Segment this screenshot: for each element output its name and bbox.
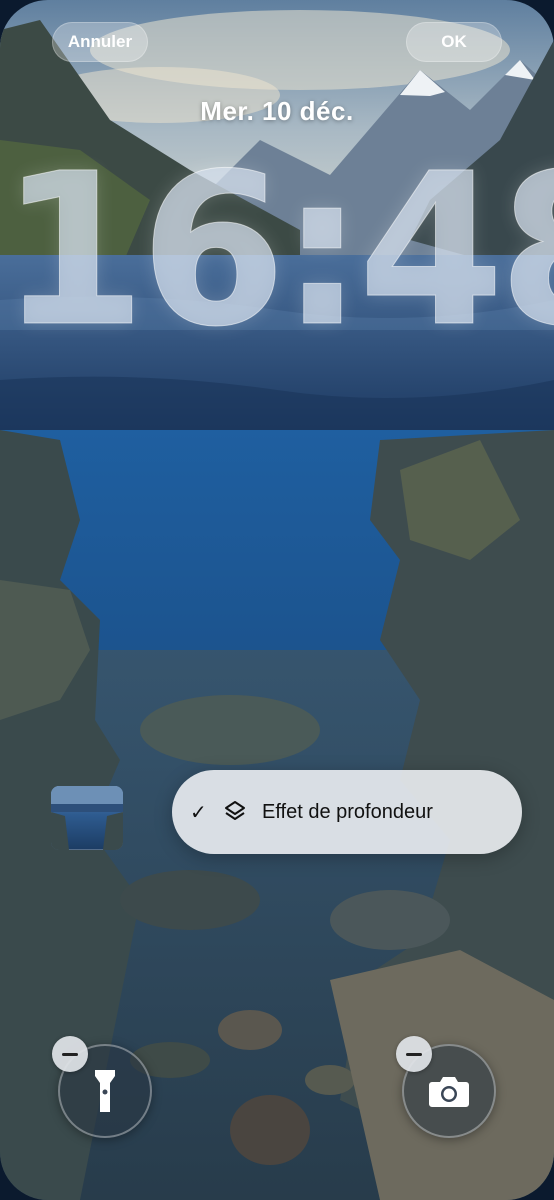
checkmark-icon: ✓ (190, 801, 207, 824)
cancel-button[interactable]: Annuler (52, 22, 148, 62)
remove-camera-button[interactable] (396, 1036, 432, 1072)
flashlight-icon (95, 1070, 115, 1112)
ok-button[interactable]: OK (406, 22, 502, 62)
layers-icon (225, 801, 245, 820)
minus-icon (406, 1052, 422, 1056)
minus-icon (62, 1052, 78, 1056)
lockscreen-editor: Annuler OK Mer. 10 déc. 16:48 ✓ Effet de… (0, 0, 554, 1200)
depth-effect-toggle[interactable]: ✓ Effet de profondeur (172, 770, 522, 854)
remove-flashlight-button[interactable] (52, 1036, 88, 1072)
lockscreen-clock[interactable]: 16:48 (0, 145, 554, 356)
lockscreen-date[interactable]: Mer. 10 déc. (0, 96, 554, 127)
wallpaper-thumbnail (51, 786, 123, 850)
camera-icon (429, 1077, 469, 1107)
depth-effect-label: Effet de profondeur (262, 800, 433, 823)
